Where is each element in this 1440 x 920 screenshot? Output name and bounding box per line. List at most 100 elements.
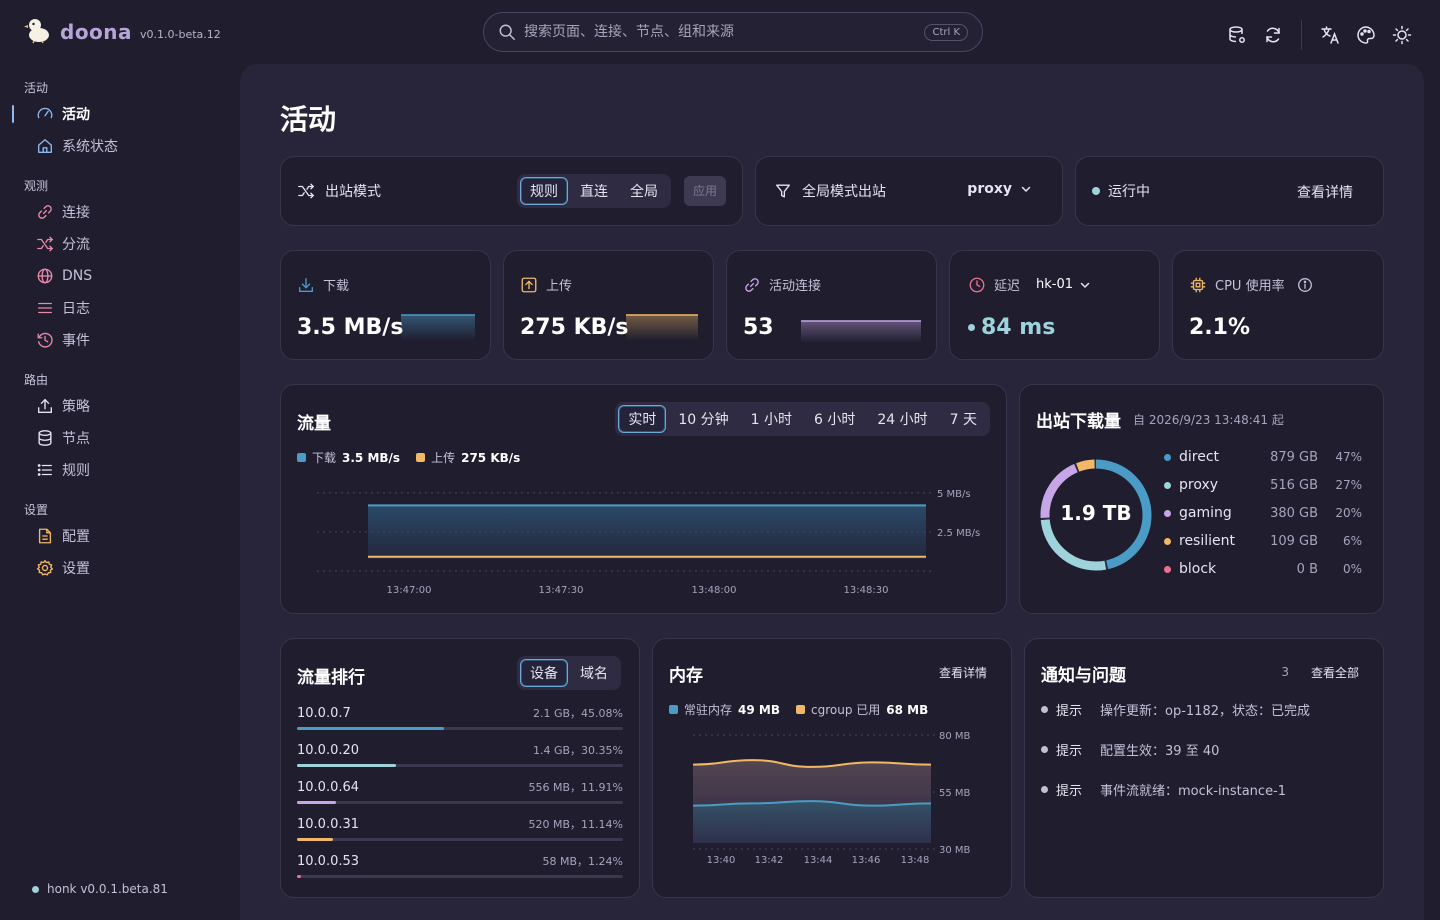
nav-group-settings: 设置 配置 设置 bbox=[24, 500, 240, 584]
outbound-row-resilient[interactable]: resilient 109 GB 6% bbox=[1164, 527, 1362, 555]
sidebar-item-system-status[interactable]: 系统状态 bbox=[24, 130, 240, 162]
memory-chart: 80 MB 55 MB 30 MB 13:40 13:42 13:44 13:46 13:48 bbox=[692, 731, 971, 866]
sidebar-item-logs[interactable]: 日志 bbox=[24, 292, 240, 324]
cpu-stat-card: CPU 使用率 2.1% bbox=[1172, 250, 1384, 360]
sidebar-item-policy[interactable]: 策略 bbox=[24, 390, 240, 422]
sidebar-item-connections[interactable]: 连接 bbox=[24, 196, 240, 228]
ranking-row[interactable]: 10.0.0.64 556 MB，11.91% bbox=[297, 779, 623, 804]
sidebar-item-nodes[interactable]: 节点 bbox=[24, 422, 240, 454]
range-option-realtime[interactable]: 实时 bbox=[618, 405, 667, 433]
latency-label: 延迟 bbox=[994, 279, 1021, 294]
ranking-row-head: 10.0.0.64 556 MB，11.91% bbox=[297, 779, 623, 795]
ranking-row[interactable]: 10.0.0.53 58 MB，1.24% bbox=[297, 853, 623, 878]
sidebar-item-settings[interactable]: 设置 bbox=[24, 552, 240, 584]
traffic-ranking-card: 流量排行 设备 域名 10.0.0.7 2.1 GB，45.08% 10.0.0.2… bbox=[280, 638, 640, 898]
status-details-link[interactable]: 查看详情 bbox=[1297, 182, 1353, 202]
runtime-status-card: 运行中 查看详情 bbox=[1075, 156, 1384, 226]
outbound-download-card: 出站下载量 自 2026/9/23 13:48:41 起 1.9 TB dire… bbox=[1019, 384, 1384, 614]
ranking-ip: 10.0.0.7 bbox=[297, 706, 351, 721]
outbound-row-proxy[interactable]: proxy 516 GB 27% bbox=[1164, 471, 1362, 499]
notice-item[interactable]: 提示 操作更新：op-1182，状态：已完成 bbox=[1041, 689, 1310, 729]
ranking-bar-fill bbox=[297, 727, 444, 730]
ranking-value: 1.4 GB，30.35% bbox=[532, 744, 623, 757]
gauge-icon bbox=[37, 107, 53, 119]
sidebar-item-config[interactable]: 配置 bbox=[24, 520, 240, 552]
download-sparkline bbox=[401, 314, 475, 341]
upload-icon bbox=[521, 277, 537, 292]
mode-selector: 规则 直连 全局 bbox=[517, 174, 671, 208]
sidebar-footer: honk v0.0.1.beta.81 bbox=[32, 882, 168, 896]
palette-icon[interactable] bbox=[1356, 25, 1376, 45]
x-tick-label: 13:47:00 bbox=[387, 585, 432, 596]
info-icon[interactable] bbox=[1297, 277, 1313, 293]
traffic-title: 流量 bbox=[297, 414, 331, 434]
sidebar-item-label: 配置 bbox=[62, 529, 90, 545]
translate-icon[interactable] bbox=[1320, 25, 1340, 45]
search-bar[interactable]: Ctrl K bbox=[483, 12, 983, 52]
connections-value: 53 bbox=[743, 315, 774, 340]
range-option-10min[interactable]: 10 分钟 bbox=[668, 405, 738, 433]
notices-view-all-link[interactable]: 查看全部 bbox=[1311, 664, 1359, 681]
shuffle-icon bbox=[298, 183, 315, 199]
notice-item[interactable]: 提示 配置生效：39 至 40 bbox=[1041, 729, 1310, 769]
legend-value: 275 KB/s bbox=[461, 450, 521, 465]
search-input[interactable] bbox=[524, 24, 925, 40]
global-outbound-select[interactable]: proxy bbox=[967, 181, 1032, 197]
legend-swatch bbox=[795, 705, 805, 714]
ranking-list: 10.0.0.7 2.1 GB，45.08% 10.0.0.20 1.4 GB，30.… bbox=[297, 705, 623, 890]
outbound-row-direct[interactable]: direct 879 GB 47% bbox=[1164, 443, 1362, 471]
refresh-icon[interactable] bbox=[1263, 25, 1283, 45]
series-dot bbox=[1164, 565, 1171, 573]
database-settings-icon[interactable] bbox=[1227, 25, 1247, 45]
sidebar-item-label: 系统状态 bbox=[62, 139, 118, 155]
connections-sparkline bbox=[801, 320, 921, 343]
outbound-size: 109 GB bbox=[1270, 533, 1318, 549]
latency-node-select[interactable]: hk-01 bbox=[1036, 277, 1091, 292]
mode-option-direct[interactable]: 直连 bbox=[570, 177, 618, 205]
cpu-icon bbox=[1190, 277, 1206, 292]
gear-icon bbox=[36, 559, 54, 576]
mode-option-rule[interactable]: 规则 bbox=[520, 177, 568, 205]
toolbar-divider bbox=[1301, 20, 1302, 50]
sidebar-item-split[interactable]: 分流 bbox=[24, 228, 240, 260]
ranking-row[interactable]: 10.0.0.20 1.4 GB，30.35% bbox=[297, 742, 623, 767]
traffic-range-selector: 实时 10 分钟 1 小时 6 小时 24 小时 7 天 bbox=[615, 402, 990, 436]
sidebar-item-events[interactable]: 事件 bbox=[24, 324, 240, 356]
sidebar-item-label: 节点 bbox=[62, 431, 90, 447]
search-shortcut-badge: Ctrl K bbox=[924, 23, 968, 41]
link-icon bbox=[745, 277, 759, 292]
outbound-percent: 20% bbox=[1335, 506, 1362, 520]
memory-details-link[interactable]: 查看详情 bbox=[939, 664, 987, 681]
sun-icon[interactable] bbox=[1392, 25, 1412, 45]
ranking-row[interactable]: 10.0.0.31 520 MB，11.14% bbox=[297, 816, 623, 841]
sidebar-item-dns[interactable]: DNS bbox=[24, 260, 240, 292]
sidebar-item-activity[interactable]: 活动 bbox=[12, 98, 240, 130]
ranking-ip: 10.0.0.20 bbox=[297, 743, 360, 758]
upload-icon bbox=[38, 398, 52, 413]
notice-item[interactable]: 提示 事件流就绪：mock-instance-1 bbox=[1041, 769, 1310, 809]
download-area bbox=[368, 505, 926, 559]
ranking-tab-devices[interactable]: 设备 bbox=[520, 659, 568, 687]
x-tick-label: 13:42 bbox=[755, 855, 784, 866]
core-version: honk v0.0.1.beta.81 bbox=[47, 882, 168, 896]
nav-group-title: 设置 bbox=[24, 503, 49, 517]
ranking-tab-domains[interactable]: 域名 bbox=[570, 659, 618, 687]
x-tick-label: 13:40 bbox=[707, 855, 736, 866]
ranking-bar-fill bbox=[297, 875, 302, 878]
memory-legend: 常驻内存 49 MB cgroup 已用 68 MB bbox=[669, 701, 928, 718]
range-option-1h[interactable]: 1 小时 bbox=[741, 405, 802, 433]
sidebar-item-rules[interactable]: 规则 bbox=[24, 454, 240, 486]
outbound-row-block[interactable]: block 0 B 0% bbox=[1164, 555, 1362, 583]
range-option-6h[interactable]: 6 小时 bbox=[804, 405, 865, 433]
range-option-7d[interactable]: 7 天 bbox=[940, 405, 987, 433]
mode-option-global[interactable]: 全局 bbox=[620, 177, 668, 205]
memory-card: 内存 查看详情 常驻内存 49 MB cgroup 已用 68 MB 80 MB 55… bbox=[652, 638, 1012, 898]
range-option-24h[interactable]: 24 小时 bbox=[867, 405, 937, 433]
ranking-row[interactable]: 10.0.0.7 2.1 GB，45.08% bbox=[297, 705, 623, 730]
home-icon bbox=[38, 139, 52, 153]
latency-node-value: hk-01 bbox=[1036, 277, 1074, 292]
apply-button[interactable]: 应用 bbox=[684, 176, 727, 206]
legend-upload: 上传 275 KB/s bbox=[416, 449, 520, 466]
app-logo[interactable]: doona v0.1.0-beta.12 bbox=[24, 16, 221, 44]
outbound-row-gaming[interactable]: gaming 380 GB 20% bbox=[1164, 499, 1362, 527]
